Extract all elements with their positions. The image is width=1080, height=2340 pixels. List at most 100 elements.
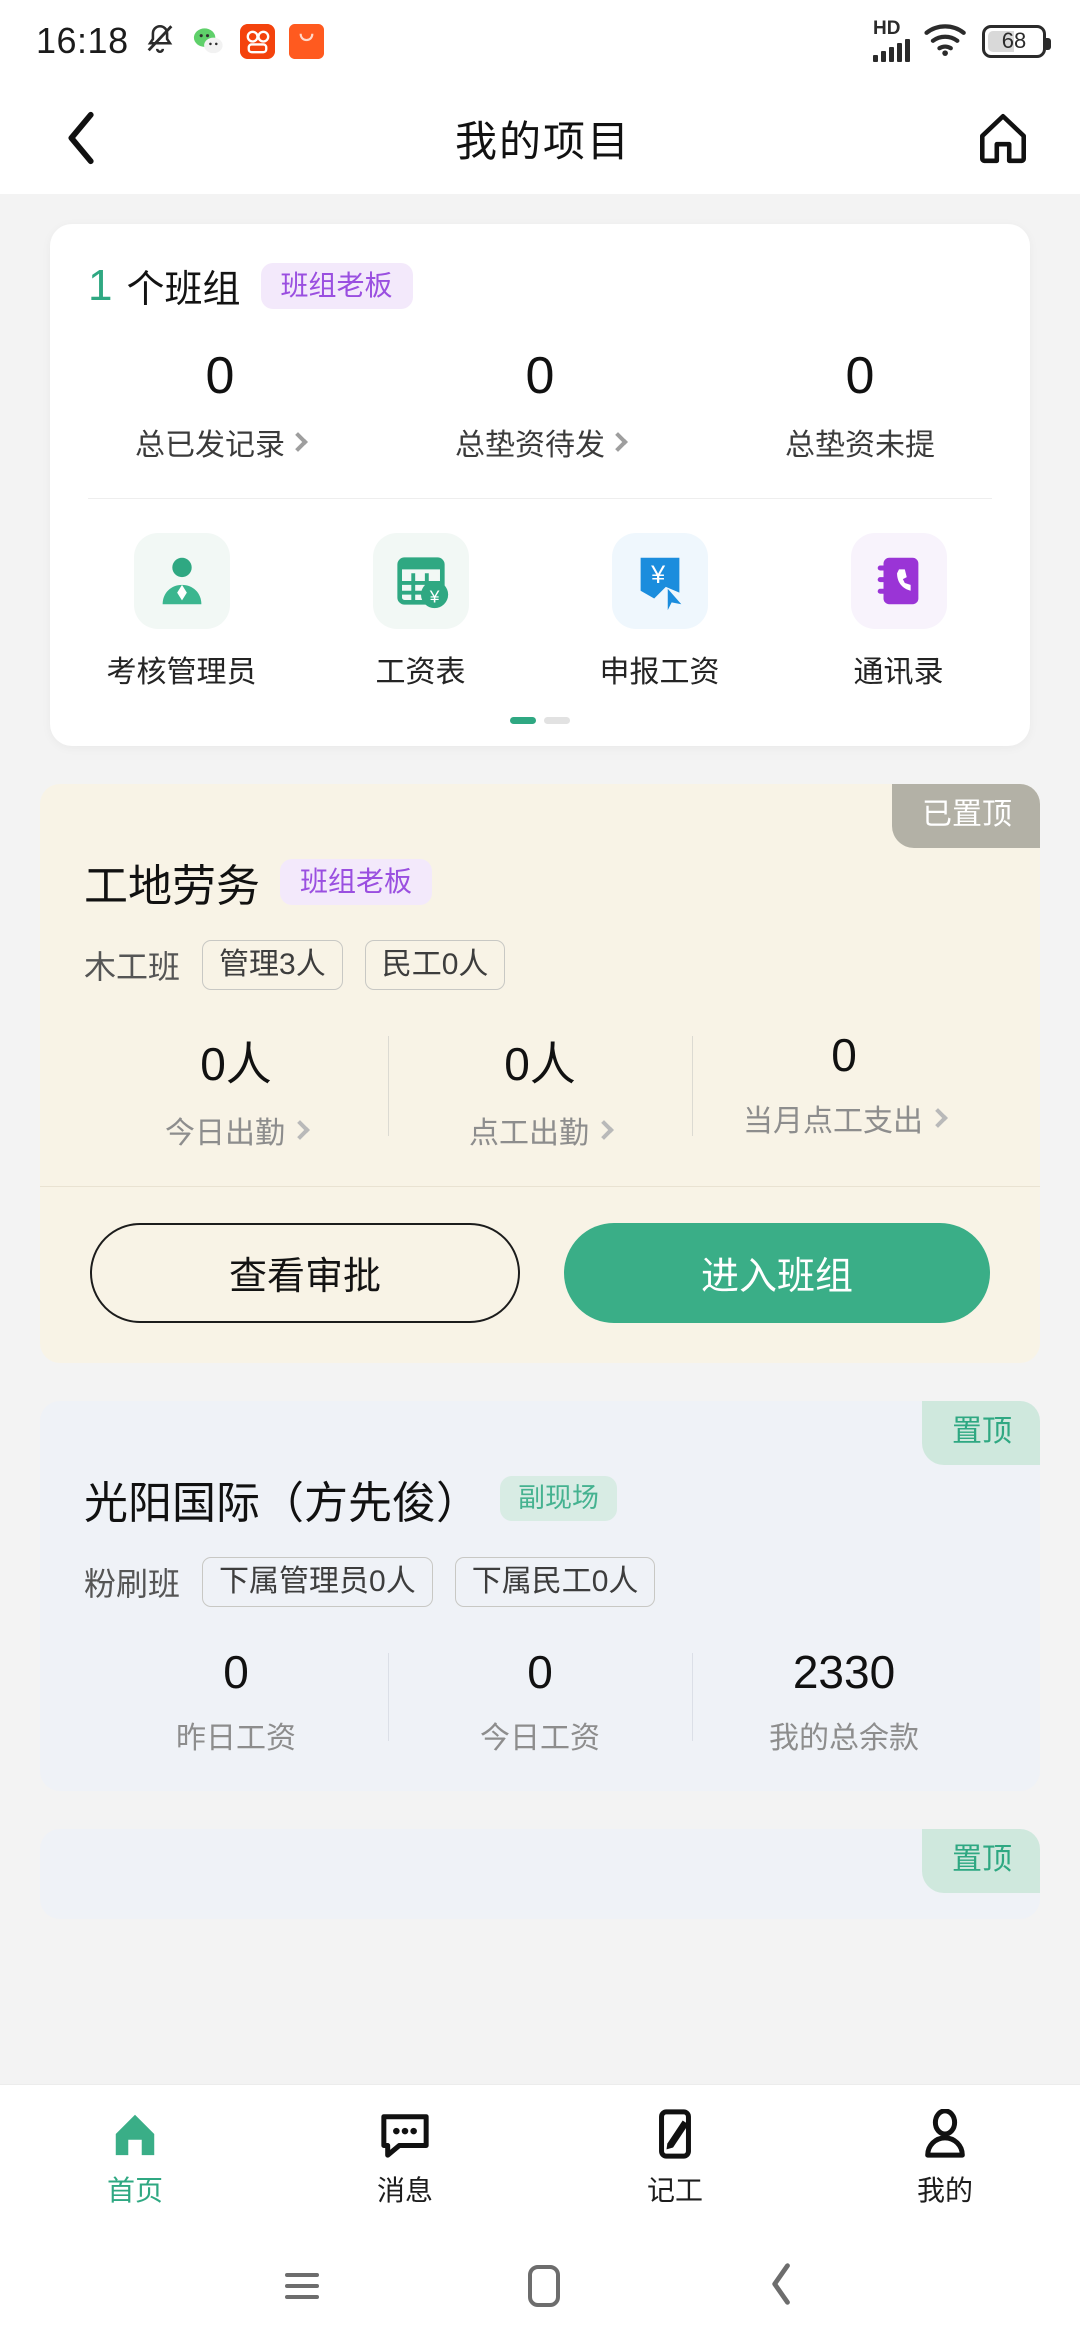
manager-count-tag: 下属管理员0人 [202,1556,433,1607]
stat-label: 今日工资 [480,1721,600,1755]
stat-label-text: 总垫资待发 [455,428,605,462]
worker-count-tag: 民工0人 [364,939,506,990]
silent-bell-icon [143,22,177,61]
carousel-pager [50,701,1030,746]
project-stat[interactable]: 0人 今日出勤 [84,1028,388,1152]
team-summary-card: 1 个班组 班组老板 0 总已发记录 0 总垫资待发 0 总垫资未提 考核管理员… [50,224,1030,746]
team-name: 木工班 [84,948,181,985]
signal-icon: HD [873,18,910,62]
payroll-table-icon: ¥ [372,532,469,629]
home-icon[interactable] [972,107,1034,169]
quick-action-label: 工资表 [375,655,466,689]
project-stat[interactable]: 2330 我的总余款 [692,1645,996,1757]
declare-salary-icon: ¥ [611,532,708,629]
recents-icon[interactable] [284,2266,319,2306]
message-bubble-icon [381,2113,429,2158]
stat-label-text: 今日出勤 [165,1116,285,1150]
quick-action-item[interactable]: 考核管理员 [62,532,301,691]
chevron-right-icon [290,1119,310,1140]
project-title: 工地劳务 [84,861,260,911]
project-stats: 0人 今日出勤 0人 点工出勤 0 当月点工支出 [84,1028,996,1186]
project-card[interactable]: 置顶 光阳国际（方先俊） 副现场 粉刷班 下属管理员0人 下属民工0人 0 昨日… [40,1400,1040,1791]
stat-value: 0 [525,347,555,405]
stat-label: 今日出勤 [84,1108,388,1152]
pin-badge[interactable]: 置顶 [922,1400,1040,1465]
project-stat[interactable]: 0 当月点工支出 [692,1028,996,1152]
pin-badge[interactable]: 置顶 [922,1828,1040,1893]
stat-label: 点工出勤 [388,1108,692,1152]
stat-value: 0人 [200,1037,272,1090]
summary-stat[interactable]: 0 总已发记录 [60,349,380,464]
worker-count-tag: 下属民工0人 [454,1556,656,1607]
record-work-icon [659,2108,691,2159]
stat-label: 总已发记录 [60,420,380,464]
project-stat[interactable]: 0 今日工资 [388,1645,692,1757]
summary-stats: 0 总已发记录 0 总垫资待发 0 总垫资未提 [50,349,1030,498]
chevron-right-icon [288,431,308,452]
tab-messages[interactable]: 消息 [270,2109,540,2209]
tab-home[interactable]: 首页 [0,2109,270,2209]
quick-action-label: 申报工资 [599,655,720,689]
app-screen: 16:18 HD 68 我的项目 1 个班组 班组老板 0 总已发记录 0 总垫… [0,0,1080,2340]
enter-team-button[interactable]: 进入班组 [564,1222,990,1323]
bottom-tab-bar: 首页 消息 记工 我的 [0,2084,1080,2232]
status-bar-left: 16:18 [36,20,324,62]
signal-bars-icon [873,39,910,62]
stat-value: 0人 [504,1037,576,1090]
quick-action-item[interactable]: 通讯录 [779,532,1018,691]
back-button[interactable] [52,107,114,169]
summary-stat[interactable]: 0 总垫资待发 [380,349,700,464]
status-bar-right: HD 68 [873,18,1051,62]
summary-stat[interactable]: 0 总垫资未提 [700,349,1020,464]
quick-action-item[interactable]: ¥ 工资表 [301,532,540,691]
pager-dot[interactable] [544,716,570,724]
stat-label-text: 点工出勤 [469,1116,589,1150]
project-stats: 0 昨日工资 0 今日工资 2330 我的总余款 [84,1645,996,1791]
stat-label: 昨日工资 [176,1721,296,1755]
chevron-right-icon [594,1119,614,1140]
project-stat[interactable]: 0 昨日工资 [84,1645,388,1757]
home-square-icon[interactable] [527,2265,560,2307]
status-bar: 16:18 HD 68 [0,0,1080,82]
pager-dot-active[interactable] [510,716,536,724]
project-stat[interactable]: 0人 点工出勤 [388,1028,692,1152]
view-approval-button[interactable]: 查看审批 [90,1222,520,1323]
scroll-content[interactable]: 1 个班组 班组老板 0 总已发记录 0 总垫资待发 0 总垫资未提 考核管理员… [0,194,1080,2084]
tab-record-work[interactable]: 记工 [540,2108,810,2209]
stat-value: 0 [223,1645,249,1698]
quick-action-item[interactable]: ¥ 申报工资 [540,532,779,691]
taobao-icon [288,23,324,59]
project-title-row: 光阳国际（方先俊） 副现场 [84,1467,996,1531]
home-icon [115,2114,155,2155]
pin-badge[interactable]: 已置顶 [892,783,1040,848]
project-body: 工地劳务 班组老板 木工班 管理3人 民工0人 0人 今日出勤 0人 点工出勤 [40,784,1040,1186]
summary-header: 1 个班组 班组老板 [50,258,1030,313]
stat-label-text: 总垫资未提 [785,428,935,462]
status-time: 16:18 [36,20,129,61]
stat-label: 我的总余款 [769,1721,919,1755]
team-name: 粉刷班 [84,1565,181,1602]
contacts-book-icon [850,532,947,629]
project-body: 光阳国际（方先俊） 副现场 粉刷班 下属管理员0人 下属民工0人 0 昨日工资 … [40,1401,1040,1791]
tab-profile[interactable]: 我的 [810,2108,1080,2209]
system-navigation-bar [0,2232,1080,2340]
project-title: 光阳国际（方先俊） [84,1478,480,1528]
project-card[interactable]: 已置顶 工地劳务 班组老板 木工班 管理3人 民工0人 0人 今日出勤 0人 点… [40,783,1040,1363]
stat-label-text: 当月点工支出 [743,1104,923,1138]
tab-label: 我的 [916,2174,973,2206]
network-type-label: HD [873,18,901,39]
quick-action-label: 通讯录 [853,655,944,689]
back-chevron-icon[interactable] [769,2262,795,2311]
team-count: 1 [88,260,113,310]
stat-value: 0 [845,347,875,405]
team-count-suffix: 个班组 [126,269,241,311]
stat-value: 0 [527,1645,553,1698]
stat-label: 当月点工支出 [692,1096,996,1140]
stat-label-text: 总已发记录 [135,428,285,462]
quick-actions: 考核管理员 ¥ 工资表 ¥ 申报工资 通讯录 [50,499,1030,701]
chevron-right-icon [608,431,628,452]
project-tags: 粉刷班 下属管理员0人 下属民工0人 [84,1556,996,1607]
stat-value: 0 [205,347,235,405]
project-card[interactable]: 置顶 [40,1828,1040,1919]
page-header: 我的项目 [0,82,1080,194]
